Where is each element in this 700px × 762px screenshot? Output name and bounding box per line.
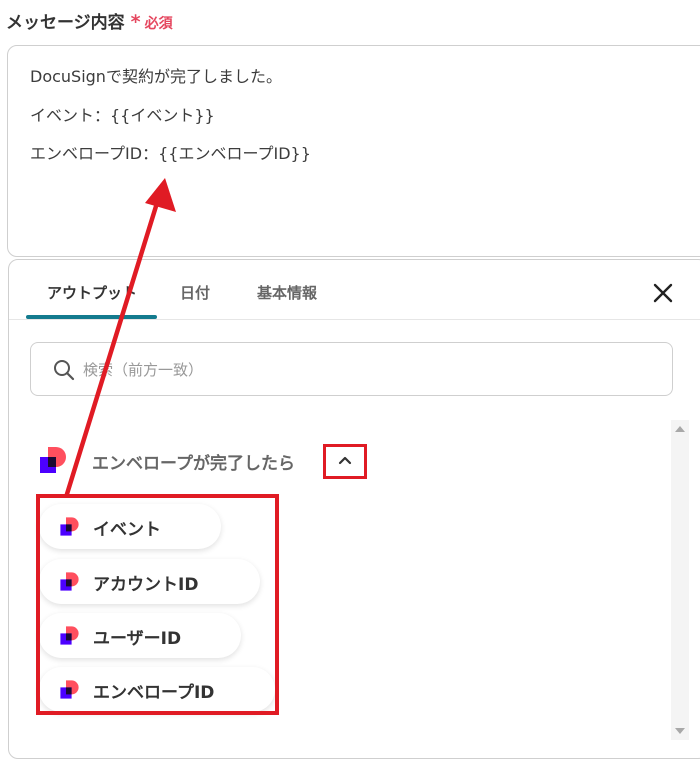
scroll-up-icon[interactable]	[675, 426, 685, 432]
message-line: イベント：{{イベント}}	[30, 105, 215, 125]
search-field[interactable]	[30, 342, 673, 396]
annotation-highlight-box	[36, 494, 279, 715]
tab-date[interactable]: 日付	[180, 282, 210, 303]
scroll-down-icon[interactable]	[675, 728, 685, 734]
message-line: エンベロープID：{{エンベロープID}}	[30, 144, 311, 163]
message-line: DocuSignで契約が完了しました。	[30, 67, 282, 86]
field-label-text: メッセージ内容	[6, 13, 125, 33]
required-mark: *	[130, 11, 141, 33]
scrollbar[interactable]	[671, 420, 689, 740]
close-icon[interactable]	[651, 281, 675, 305]
search-icon	[54, 360, 75, 381]
search-input[interactable]	[83, 355, 643, 385]
group-title: エンベロープが完了したら	[92, 454, 295, 474]
chevron-up-icon	[338, 456, 352, 465]
active-tab-indicator	[26, 315, 157, 319]
group-header: エンベロープが完了したら	[38, 445, 358, 475]
tab-basic-info[interactable]: 基本情報	[257, 282, 317, 303]
tab-bar: アウトプット 日付 基本情報	[9, 260, 700, 320]
message-textarea[interactable]: DocuSignで契約が完了しました。 イベント：{{イベント}} エンベロープ…	[7, 45, 700, 257]
tab-output[interactable]: アウトプット	[47, 282, 137, 303]
collapse-button[interactable]	[323, 444, 367, 479]
required-badge: 必須	[144, 16, 173, 32]
field-label: メッセージ内容 * 必須	[6, 8, 173, 33]
docusign-logo-icon	[40, 447, 66, 473]
